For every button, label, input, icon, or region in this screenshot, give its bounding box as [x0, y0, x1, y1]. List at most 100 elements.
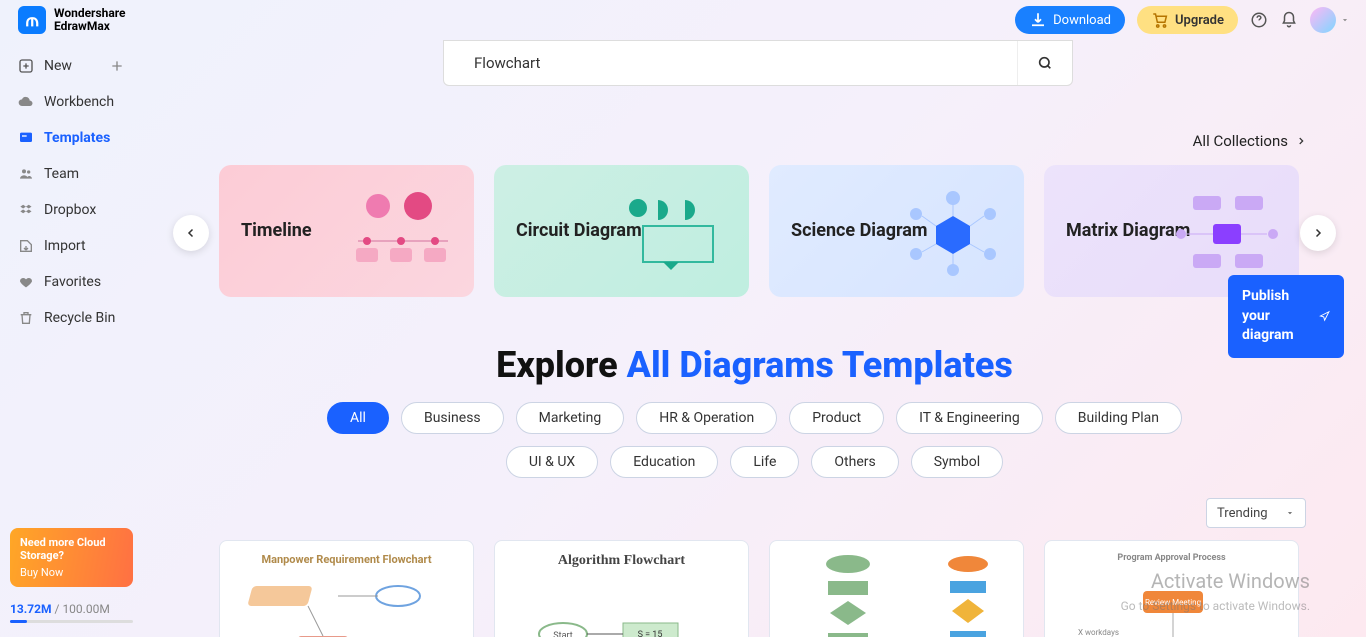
bell-icon[interactable]: [1280, 11, 1298, 29]
sidebar-item-templates[interactable]: Templates: [0, 120, 143, 156]
sidebar-item-team[interactable]: Team: [0, 156, 143, 192]
sidebar-item-label: New: [44, 58, 72, 74]
storage-used: 13.72M: [10, 602, 52, 616]
sidebar-item-workbench[interactable]: Workbench: [0, 84, 143, 120]
sidebar-item-label: Recycle Bin: [44, 310, 115, 326]
cart-icon: [1151, 11, 1169, 29]
filter-product[interactable]: Product: [789, 402, 884, 434]
sort-select[interactable]: Trending: [1206, 498, 1306, 528]
timeline-graphic: [348, 186, 458, 276]
publish-fab[interactable]: Publish your diagram: [1228, 275, 1344, 358]
explore-heading: Explore All Diagrams Templates: [143, 344, 1366, 386]
collection-title: Timeline: [241, 219, 312, 243]
send-icon: [1319, 305, 1330, 327]
explore-highlight: All Diagrams Templates: [627, 344, 1013, 386]
filter-education[interactable]: Education: [610, 446, 718, 478]
sidebar-item-favorites[interactable]: Favorites: [0, 264, 143, 300]
sidebar-item-recycle[interactable]: Recycle Bin: [0, 300, 143, 336]
filter-all[interactable]: All: [327, 402, 389, 434]
app-logo[interactable]: ⫙ Wondershare EdrawMax: [18, 6, 126, 34]
storage-meter: 13.72M / 100.00M: [10, 602, 133, 623]
template-grid: Manpower Requirement Flowchart Algorithm…: [219, 540, 1306, 637]
chevron-right-icon: [1296, 134, 1306, 148]
sidebar-item-import[interactable]: Import: [0, 228, 143, 264]
storage-total: 100.00M: [62, 602, 109, 616]
chevron-left-icon: [185, 226, 197, 240]
template-title: Manpower Requirement Flowchart: [228, 553, 465, 566]
svg-text:Review Meeting: Review Meeting: [1145, 598, 1201, 607]
search-bar[interactable]: [443, 40, 1073, 86]
sidebar: New Workbench Templates Team Dropbox Imp…: [0, 40, 143, 637]
all-collections-label: All Collections: [1193, 132, 1288, 150]
collection-card-science[interactable]: Science Diagram: [769, 165, 1024, 297]
chevron-down-icon: [1340, 15, 1350, 25]
carousel-next[interactable]: [1300, 215, 1336, 251]
sort-value: Trending: [1217, 506, 1268, 521]
collection-card-circuit[interactable]: Circuit Diagram: [494, 165, 749, 297]
collection-card-timeline[interactable]: Timeline: [219, 165, 474, 297]
filter-symbol[interactable]: Symbol: [911, 446, 1003, 478]
science-graphic: [898, 186, 1008, 276]
help-icon[interactable]: [1250, 11, 1268, 29]
filter-marketing[interactable]: Marketing: [516, 402, 625, 434]
flowchart-thumbnail: Start S = 15: [503, 569, 740, 637]
filter-building[interactable]: Building Plan: [1055, 402, 1182, 434]
upgrade-button[interactable]: Upgrade: [1137, 6, 1238, 34]
templates-icon: [18, 130, 34, 146]
template-card[interactable]: [769, 540, 1024, 637]
sidebar-item-label: Workbench: [44, 94, 114, 110]
carousel-prev[interactable]: [173, 215, 209, 251]
storage-sep: /: [52, 602, 63, 616]
storage-promo[interactable]: Need more Cloud Storage? Buy Now: [10, 528, 133, 587]
download-label: Download: [1053, 13, 1111, 28]
brand-line2: EdrawMax: [54, 20, 126, 33]
template-card[interactable]: Manpower Requirement Flowchart: [219, 540, 474, 637]
plus-icon[interactable]: [109, 58, 125, 74]
sidebar-item-label: Import: [44, 238, 86, 254]
circuit-graphic: [623, 186, 733, 276]
download-button[interactable]: Download: [1015, 6, 1125, 34]
logo-icon: ⫙: [18, 6, 46, 34]
sidebar-item-label: Team: [44, 166, 79, 182]
filter-it[interactable]: IT & Engineering: [896, 402, 1043, 434]
filter-business[interactable]: Business: [401, 402, 504, 434]
promo-text: Need more Cloud Storage?: [20, 536, 106, 562]
sidebar-item-dropbox[interactable]: Dropbox: [0, 192, 143, 228]
promo-cta: Buy Now: [20, 566, 123, 579]
plus-box-icon: [18, 58, 34, 74]
chevron-right-icon: [1312, 226, 1324, 240]
avatar: [1310, 7, 1336, 33]
template-title: Algorithm Flowchart: [503, 553, 740, 569]
search-button[interactable]: [1017, 41, 1072, 85]
collections-carousel: Timeline Circuit Diagram: [219, 165, 1366, 297]
template-title: Program Approval Process: [1053, 553, 1290, 563]
sidebar-item-label: Favorites: [44, 274, 101, 290]
sidebar-item-label: Dropbox: [44, 202, 96, 218]
svg-text:Start: Start: [553, 631, 572, 637]
filter-hr[interactable]: HR & Operation: [636, 402, 777, 434]
heart-icon: [18, 274, 34, 290]
dropbox-icon: [18, 202, 34, 218]
matrix-graphic: [1173, 186, 1283, 276]
filter-pills: All Business Marketing HR & Operation Pr…: [143, 402, 1366, 478]
filter-life[interactable]: Life: [730, 446, 799, 478]
trash-icon: [18, 310, 34, 326]
filter-uiux[interactable]: UI & UX: [506, 446, 598, 478]
upgrade-label: Upgrade: [1175, 13, 1224, 28]
collection-title: Matrix Diagram: [1066, 219, 1190, 243]
chevron-down-icon: [1285, 508, 1295, 518]
all-collections-link[interactable]: All Collections: [1193, 132, 1306, 150]
flowchart-thumbnail: [228, 566, 465, 637]
avatar-menu[interactable]: [1310, 7, 1350, 33]
flowchart-thumbnail: [778, 549, 1015, 637]
sidebar-item-label: Templates: [44, 130, 110, 146]
search-input[interactable]: [474, 54, 1017, 72]
sidebar-item-new[interactable]: New: [0, 48, 143, 84]
cloud-icon: [18, 94, 34, 110]
team-icon: [18, 166, 34, 182]
filter-others[interactable]: Others: [811, 446, 898, 478]
template-card[interactable]: Program Approval Process Review Meeting …: [1044, 540, 1299, 637]
explore-prefix: Explore: [496, 344, 626, 386]
template-card[interactable]: Algorithm Flowchart Start S = 15: [494, 540, 749, 637]
svg-text:X workdays: X workdays: [1078, 628, 1119, 637]
